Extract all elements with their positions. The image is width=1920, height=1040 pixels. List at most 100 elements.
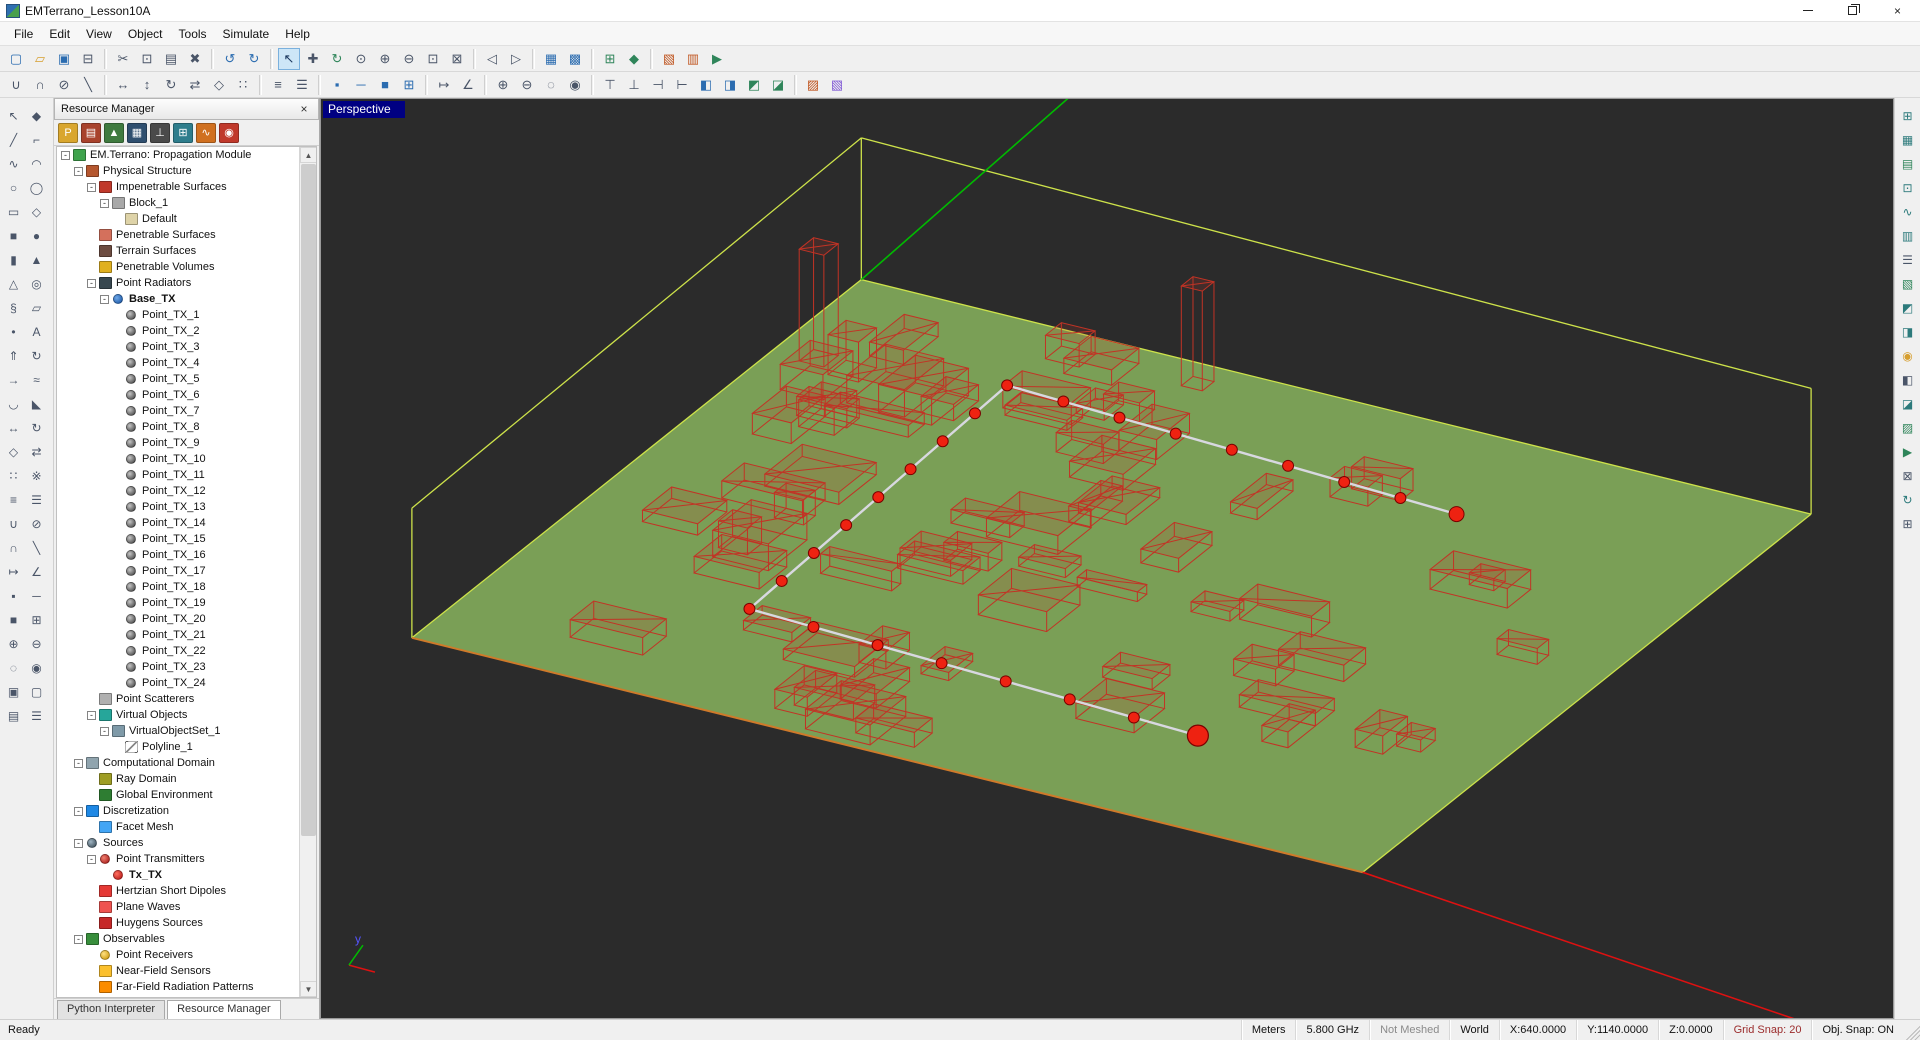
snapshot-icon[interactable]: ⊠: [1897, 465, 1919, 487]
status-frequency[interactable]: 5.800 GHz: [1295, 1020, 1369, 1040]
mesh-settings-icon[interactable]: ▥: [682, 48, 704, 70]
face-snap-icon[interactable]: ■: [2, 608, 25, 632]
edge-snap-icon[interactable]: ─: [25, 584, 48, 608]
angle-tool-icon[interactable]: ∠: [25, 560, 48, 584]
color-editor-icon[interactable]: ▧: [826, 74, 848, 96]
tree-item-point-tx-17[interactable]: Point_TX_17: [57, 563, 299, 579]
tree-item-near-field-sensors[interactable]: Near-Field Sensors: [57, 963, 299, 979]
tx-point[interactable]: [808, 621, 819, 632]
snap-grid-icon[interactable]: ⊞: [398, 74, 420, 96]
tx-point[interactable]: [1128, 712, 1139, 723]
array-linear-tool-icon[interactable]: ∷: [2, 464, 25, 488]
tree-collapse-icon[interactable]: -: [74, 167, 83, 176]
union-tool-icon[interactable]: ∪: [2, 512, 25, 536]
show-legend-icon[interactable]: ▧: [1897, 273, 1919, 295]
tree-item-point-tx-13[interactable]: Point_TX_13: [57, 499, 299, 515]
tx-point[interactable]: [1114, 412, 1125, 423]
radiator-set-icon[interactable]: ⊥: [150, 123, 170, 143]
tx-point[interactable]: [1002, 380, 1013, 391]
tree-item-computational-domain[interactable]: -Computational Domain: [57, 755, 299, 771]
tree-item-virtual-objects[interactable]: -Virtual Objects: [57, 707, 299, 723]
field-sensor-icon[interactable]: ∿: [196, 123, 216, 143]
move-icon[interactable]: ↔: [112, 74, 134, 96]
layers-tool-icon[interactable]: ▤: [2, 704, 25, 728]
pan-icon[interactable]: ✚: [302, 48, 324, 70]
tree-collapse-icon[interactable]: -: [87, 711, 96, 720]
tree-item-point-tx-7[interactable]: Point_TX_7: [57, 403, 299, 419]
scale-icon[interactable]: ◇: [208, 74, 230, 96]
fillet-tool-icon[interactable]: ◡: [2, 392, 25, 416]
tree-collapse-icon[interactable]: -: [87, 279, 96, 288]
animation-icon[interactable]: ▶: [1897, 441, 1919, 463]
scale-tool-icon[interactable]: ◇: [2, 440, 25, 464]
tree-item-point-radiators[interactable]: -Point Radiators: [57, 275, 299, 291]
tree-item-point-tx-9[interactable]: Point_TX_9: [57, 435, 299, 451]
view-top-icon[interactable]: ⊤: [599, 74, 621, 96]
measure-tool-icon[interactable]: ↦: [2, 560, 25, 584]
mirror-tool-icon[interactable]: ⇄: [25, 440, 48, 464]
view-bottom-icon[interactable]: ⊥: [623, 74, 645, 96]
tree-item-point-tx-10[interactable]: Point_TX_10: [57, 451, 299, 467]
3d-scene[interactable]: y: [321, 99, 1893, 1018]
distribute-tool-icon[interactable]: ☰: [25, 488, 48, 512]
group-tool-icon[interactable]: ⊕: [2, 632, 25, 656]
tree-item-point-tx-19[interactable]: Point_TX_19: [57, 595, 299, 611]
zoom-window-icon[interactable]: ⊡: [422, 48, 444, 70]
point-tool-icon[interactable]: •: [2, 320, 25, 344]
undo-icon[interactable]: ↺: [219, 48, 241, 70]
snap-edge-icon[interactable]: ─: [350, 74, 372, 96]
node-edit-tool-icon[interactable]: ◆: [25, 104, 48, 128]
tree-collapse-icon[interactable]: -: [100, 727, 109, 736]
rotate-object-icon[interactable]: ↻: [160, 74, 182, 96]
status-grid-snap[interactable]: Grid Snap: 20: [1723, 1020, 1812, 1040]
domain-settings-icon[interactable]: ▧: [658, 48, 680, 70]
tree-item-point-scatterers[interactable]: Point Scatterers: [57, 691, 299, 707]
physical-structure-icon[interactable]: ▤: [81, 123, 101, 143]
arc-tool-icon[interactable]: ◠: [25, 152, 48, 176]
tree-item-block-1[interactable]: -Block_1: [57, 195, 299, 211]
tree-collapse-icon[interactable]: -: [74, 839, 83, 848]
show-axes-icon[interactable]: ⊞: [1897, 105, 1919, 127]
status-obj-snap[interactable]: Obj. Snap: ON: [1811, 1020, 1904, 1040]
grid-toggle-icon[interactable]: ⊞: [599, 48, 621, 70]
pyramid-tool-icon[interactable]: △: [2, 272, 25, 296]
menu-tools[interactable]: Tools: [171, 24, 215, 44]
new-file-icon[interactable]: ▢: [5, 48, 27, 70]
show-tool-icon[interactable]: ◉: [25, 656, 48, 680]
select-pointer-icon[interactable]: ↖: [278, 48, 300, 70]
tree-item-ray-domain[interactable]: Ray Domain: [57, 771, 299, 787]
tree-item-default[interactable]: Default: [57, 211, 299, 227]
grid-snap-icon[interactable]: ⊞: [25, 608, 48, 632]
tree-item-point-tx-4[interactable]: Point_TX_4: [57, 355, 299, 371]
tree-item-observables[interactable]: -Observables: [57, 931, 299, 947]
tree-collapse-icon[interactable]: -: [87, 855, 96, 864]
zoom-realtime-icon[interactable]: ⊙: [350, 48, 372, 70]
rectangle-tool-icon[interactable]: ▭: [2, 200, 25, 224]
tree-item-point-tx-5[interactable]: Point_TX_5: [57, 371, 299, 387]
extrude-tool-icon[interactable]: ⇑: [2, 344, 25, 368]
tx-point[interactable]: [1170, 428, 1181, 439]
tab-python-interpreter[interactable]: Python Interpreter: [57, 1000, 165, 1019]
unlock-tool-icon[interactable]: ▢: [25, 680, 48, 704]
spline-tool-icon[interactable]: ∿: [2, 152, 25, 176]
tree-collapse-icon[interactable]: -: [61, 151, 70, 160]
material-editor-icon[interactable]: ▨: [802, 74, 824, 96]
revolve-tool-icon[interactable]: ↻: [25, 344, 48, 368]
tree-item-point-tx-20[interactable]: Point_TX_20: [57, 611, 299, 627]
radiation-pattern-icon[interactable]: ◉: [219, 123, 239, 143]
tree-item-virtualobjectset-1[interactable]: -VirtualObjectSet_1: [57, 723, 299, 739]
sweep-tool-icon[interactable]: →: [2, 368, 25, 392]
view-isometric-icon[interactable]: ◩: [743, 74, 765, 96]
distribute-icon[interactable]: ☰: [291, 74, 313, 96]
menu-object[interactable]: Object: [120, 24, 171, 44]
delete-icon[interactable]: ✖: [184, 48, 206, 70]
tree-item-penetrable-volumes[interactable]: Penetrable Volumes: [57, 259, 299, 275]
view-right-icon[interactable]: ⊢: [671, 74, 693, 96]
boolean-union-icon[interactable]: ∪: [5, 74, 27, 96]
chamfer-tool-icon[interactable]: ◣: [25, 392, 48, 416]
tree-item-plane-waves[interactable]: Plane Waves: [57, 899, 299, 915]
slice-icon[interactable]: ╲: [77, 74, 99, 96]
tree-item-global-environment[interactable]: Global Environment: [57, 787, 299, 803]
group-icon[interactable]: ⊕: [492, 74, 514, 96]
loft-tool-icon[interactable]: ≈: [25, 368, 48, 392]
